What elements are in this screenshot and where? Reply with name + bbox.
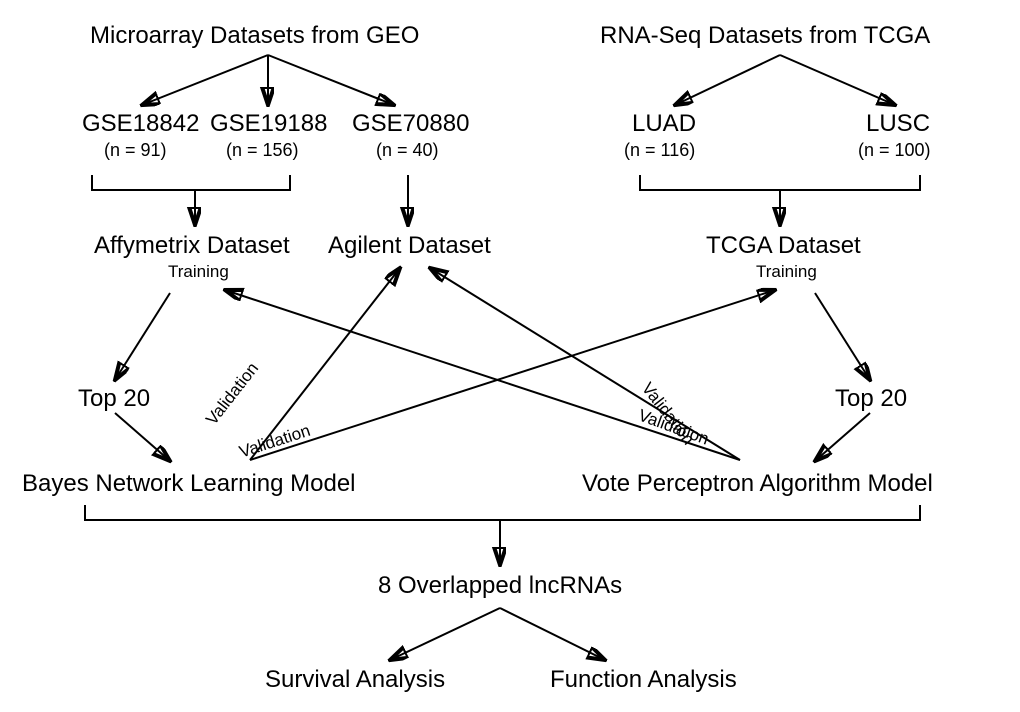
top20-left: Top 20 <box>78 385 150 413</box>
survival-analysis: Survival Analysis <box>265 666 445 694</box>
gse19188-n: (n = 156) <box>226 140 299 161</box>
top20-right: Top 20 <box>835 385 907 413</box>
lusc-n: (n = 100) <box>858 140 931 161</box>
tcga-ds-training: Training <box>756 262 817 282</box>
gse18842-name: GSE18842 <box>82 110 199 138</box>
validation-1: Validation <box>202 359 263 429</box>
gse70880-n: (n = 40) <box>376 140 439 161</box>
luad-n: (n = 116) <box>624 140 695 161</box>
agilent-name: Agilent Dataset <box>328 232 491 260</box>
tcga-ds-name: TCGA Dataset <box>706 232 861 260</box>
bayes-model: Bayes Network Learning Model <box>22 470 356 498</box>
validation-2: Validation <box>237 421 313 463</box>
affymetrix-name: Affymetrix Dataset <box>94 232 290 260</box>
lusc-name: LUSC <box>866 110 930 138</box>
vote-model: Vote Perceptron Algorithm Model <box>582 470 933 498</box>
header-tcga: RNA-Seq Datasets from TCGA <box>600 22 930 50</box>
function-analysis: Function Analysis <box>550 666 737 694</box>
gse18842-n: (n = 91) <box>104 140 167 161</box>
overlap: 8 Overlapped lncRNAs <box>378 572 622 600</box>
gse19188-name: GSE19188 <box>210 110 327 138</box>
gse70880-name: GSE70880 <box>352 110 469 138</box>
affymetrix-training: Training <box>168 262 229 282</box>
luad-name: LUAD <box>632 110 696 138</box>
header-geo: Microarray Datasets from GEO <box>90 22 419 50</box>
